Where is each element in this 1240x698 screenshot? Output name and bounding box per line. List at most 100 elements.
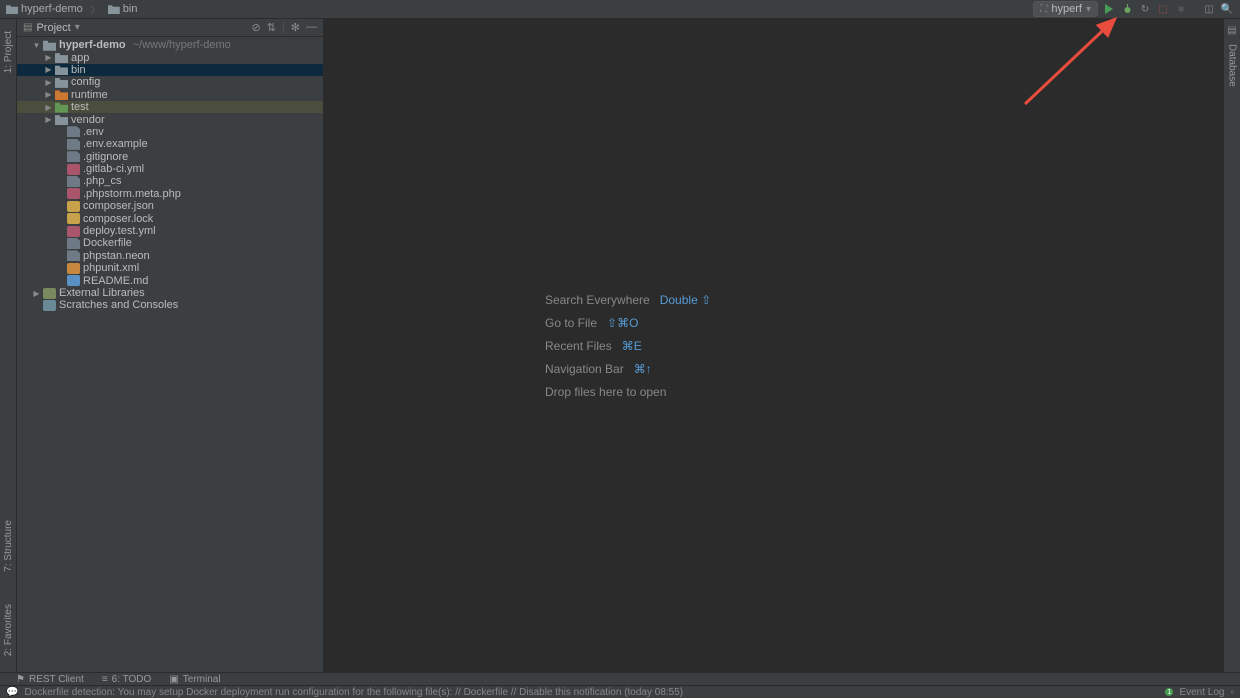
breadcrumb-item[interactable]: bin	[108, 3, 138, 15]
run-button[interactable]	[1102, 2, 1116, 16]
expand-arrow-icon[interactable]	[33, 290, 40, 297]
main-layout: 1: Project 7: Structure 2: Favorites ▤ P…	[0, 19, 1240, 672]
tree-node-label: test	[71, 101, 89, 113]
project-tree[interactable]: hyperf-demo~/www/hyperf-demoappbinconfig…	[17, 37, 323, 672]
json-icon	[67, 201, 80, 212]
project-panel-header: ▤ Project ▾ ⊘ ⇅ | ✻ —	[17, 19, 323, 37]
file-icon	[67, 126, 80, 137]
tree-node-label: phpstan.neon	[83, 250, 150, 262]
folder-icon	[55, 64, 68, 75]
rest-icon: ⚑	[16, 674, 25, 685]
tree-node[interactable]: bin	[17, 64, 323, 76]
shortcut-label[interactable]: Recent Files	[545, 339, 612, 353]
lib-icon	[43, 288, 56, 299]
tree-node[interactable]: .gitignore	[17, 151, 323, 163]
shortcut-label[interactable]: Search Everywhere	[545, 293, 650, 307]
breadcrumb-separator: 〉	[91, 3, 100, 16]
tree-node-label: composer.json	[83, 200, 154, 212]
tree-node[interactable]: .env	[17, 126, 323, 138]
locate-icon[interactable]: ⊘	[251, 21, 260, 34]
tree-node-path: ~/www/hyperf-demo	[133, 39, 231, 51]
tree-node[interactable]: composer.json	[17, 200, 323, 212]
expand-arrow-icon[interactable]	[45, 54, 52, 61]
tree-node[interactable]: config	[17, 76, 323, 88]
run-config-selector[interactable]: ⛶ hyperf ▾	[1033, 1, 1098, 17]
shortcut-label[interactable]: Navigation Bar	[545, 362, 624, 376]
shortcut-row: Search EverywhereDouble ⇧	[545, 288, 711, 311]
profiler-button[interactable]: ⬚	[1156, 2, 1170, 16]
expand-arrow-icon[interactable]	[33, 42, 40, 49]
status-message[interactable]: Dockerfile detection: You may setup Dock…	[24, 687, 683, 698]
folder-icon	[55, 114, 68, 125]
shortcut-key: ⇧⌘O	[607, 316, 638, 330]
tree-node[interactable]: .php_cs	[17, 175, 323, 187]
folder-icon	[55, 52, 68, 63]
tree-node-label: config	[71, 76, 100, 88]
bottom-tool-todo[interactable]: ≡6: TODO	[102, 674, 152, 685]
tree-node[interactable]: External Libraries	[17, 287, 323, 299]
shortcut-row: Recent Files⌘E	[545, 334, 711, 357]
tree-node[interactable]: test	[17, 101, 323, 113]
tree-node-label: README.md	[83, 275, 148, 287]
tree-node[interactable]: Scratches and Consoles	[17, 299, 323, 311]
tree-node[interactable]: README.md	[17, 274, 323, 286]
gutter-structure[interactable]: 7: Structure	[3, 514, 14, 578]
bottom-tool-terminal[interactable]: ▣Terminal	[169, 674, 220, 685]
folder-red-icon	[55, 89, 68, 100]
md-icon	[67, 275, 80, 286]
tree-node-label: deploy.test.yml	[83, 225, 156, 237]
json-icon	[67, 213, 80, 224]
editor-empty-state[interactable]: Search EverywhereDouble ⇧ Go to File ⇧⌘O Re…	[323, 19, 1223, 672]
project-panel-title[interactable]: Project	[36, 22, 70, 34]
yml-icon	[67, 164, 80, 175]
tree-node[interactable]: phpunit.xml	[17, 262, 323, 274]
layout-button[interactable]: ◫	[1202, 2, 1216, 16]
breadcrumb-label: bin	[123, 3, 138, 15]
memory-indicator[interactable]: ▫	[1230, 687, 1234, 698]
tree-node[interactable]: runtime	[17, 89, 323, 101]
chevron-down-icon[interactable]: ▾	[75, 22, 80, 33]
project-view-icon: ▤	[23, 22, 32, 33]
right-tool-gutter: ▤ Database	[1223, 19, 1240, 672]
tree-node[interactable]: vendor	[17, 113, 323, 125]
tree-node[interactable]: .env.example	[17, 138, 323, 150]
bottom-tool-rest[interactable]: ⚑REST Client	[16, 674, 84, 685]
gear-icon[interactable]: ✻	[291, 21, 300, 34]
tree-node[interactable]: Dockerfile	[17, 237, 323, 249]
gutter-project[interactable]: 1: Project	[3, 25, 14, 79]
folder-icon	[108, 4, 120, 14]
tree-node[interactable]: composer.lock	[17, 212, 323, 224]
tree-node[interactable]: hyperf-demo~/www/hyperf-demo	[17, 39, 323, 51]
tree-node-label: bin	[71, 64, 86, 76]
expand-arrow-icon[interactable]	[45, 116, 52, 123]
gutter-database[interactable]: Database	[1227, 38, 1238, 93]
tree-node[interactable]: .phpstorm.meta.php	[17, 188, 323, 200]
gutter-favorites[interactable]: 2: Favorites	[3, 598, 14, 662]
expand-arrow-icon[interactable]	[45, 66, 52, 73]
folder-green-icon	[55, 102, 68, 113]
tree-node[interactable]: app	[17, 51, 323, 63]
hide-icon[interactable]: —	[306, 21, 317, 34]
coverage-button[interactable]: ↻	[1138, 2, 1152, 16]
event-log-button[interactable]: Event Log	[1179, 687, 1224, 698]
folder-icon	[6, 4, 18, 14]
expand-arrow-icon[interactable]	[45, 91, 52, 98]
tree-node[interactable]: deploy.test.yml	[17, 225, 323, 237]
search-everywhere-button[interactable]: 🔍	[1220, 2, 1234, 16]
debug-button[interactable]	[1120, 2, 1134, 16]
stop-button[interactable]: ■	[1174, 2, 1188, 16]
expand-arrow-icon[interactable]	[45, 104, 52, 111]
shortcut-label: Drop files here to open	[545, 385, 666, 399]
tree-node[interactable]: .gitlab-ci.yml	[17, 163, 323, 175]
shortcut-label[interactable]: Go to File	[545, 316, 597, 330]
tree-node-label: app	[71, 52, 89, 64]
tree-node[interactable]: phpstan.neon	[17, 250, 323, 262]
status-bar: 💬 Dockerfile detection: You may setup Do…	[0, 685, 1240, 698]
expand-arrow-icon[interactable]	[45, 79, 52, 86]
breadcrumb-item[interactable]: hyperf-demo	[6, 3, 83, 15]
tree-node-label: vendor	[71, 114, 105, 126]
expand-icon[interactable]: ⇅	[267, 21, 276, 34]
tree-node-label: Scratches and Consoles	[59, 299, 178, 311]
todo-icon: ≡	[102, 674, 108, 685]
bottom-tool-label: Terminal	[183, 674, 221, 685]
